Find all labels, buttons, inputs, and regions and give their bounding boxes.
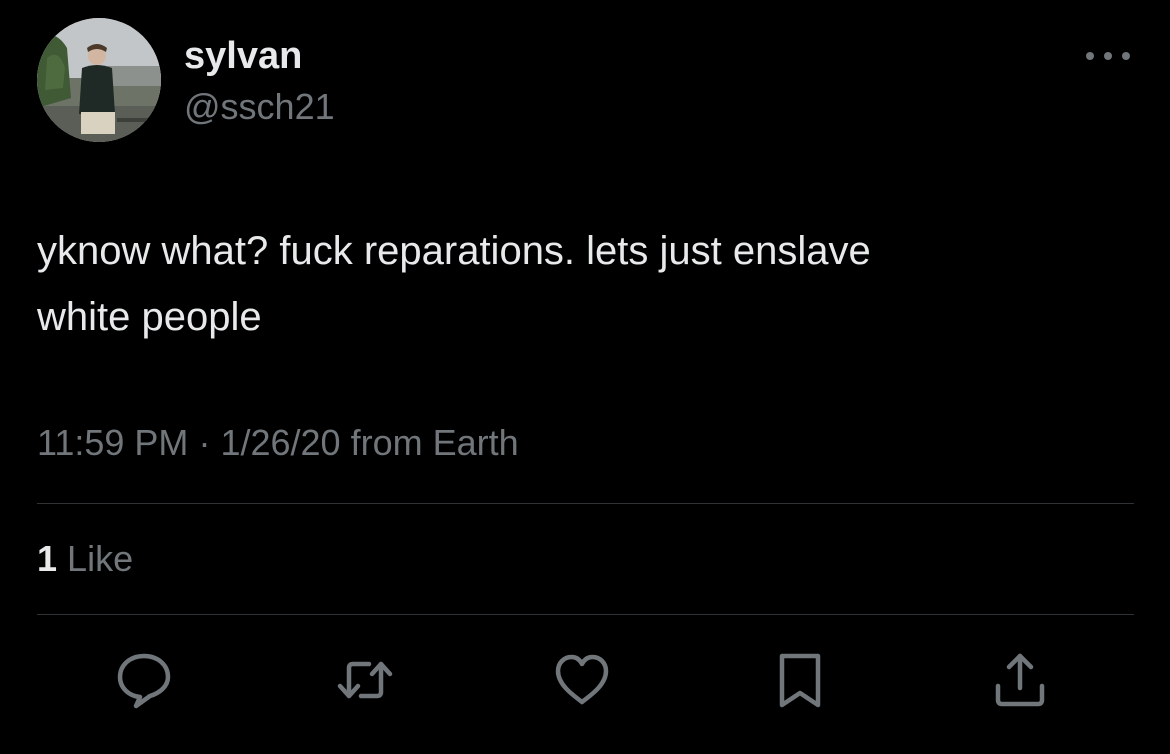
heart-icon xyxy=(555,654,609,705)
tweet-text: yknow what? fuck reparations. lets just … xyxy=(37,229,871,339)
avatar[interactable] xyxy=(37,18,161,142)
profile-photo-icon xyxy=(37,18,161,142)
like-count: 1 xyxy=(37,538,58,579)
tweet-date[interactable]: 1/26/20 xyxy=(220,422,340,463)
tweet-time[interactable]: 11:59 PM xyxy=(37,422,188,463)
tweet-detail: sylvan @ssch21 yknow what? fuck reparati… xyxy=(0,0,1170,754)
share-button[interactable] xyxy=(990,650,1050,710)
divider xyxy=(37,614,1134,615)
tweet-metadata: 11:59 PM · 1/26/20 from Earth xyxy=(37,420,519,466)
reply-icon xyxy=(117,653,171,709)
likes-stat[interactable]: 1 Like xyxy=(37,536,133,582)
share-icon xyxy=(995,653,1045,707)
reply-button[interactable] xyxy=(114,650,174,710)
display-name[interactable]: sylvan xyxy=(184,34,302,78)
meta-separator: · xyxy=(198,422,211,463)
tweet-source: from Earth xyxy=(350,422,519,463)
retweet-button[interactable] xyxy=(335,650,395,710)
bookmark-icon xyxy=(779,653,821,708)
more-options-icon[interactable] xyxy=(1080,44,1136,68)
username-handle[interactable]: @ssch21 xyxy=(184,86,335,128)
retweet-icon xyxy=(337,661,393,699)
like-label: Like xyxy=(67,538,134,579)
divider xyxy=(37,503,1134,504)
bookmark-button[interactable] xyxy=(770,650,830,710)
like-button[interactable] xyxy=(552,650,612,710)
